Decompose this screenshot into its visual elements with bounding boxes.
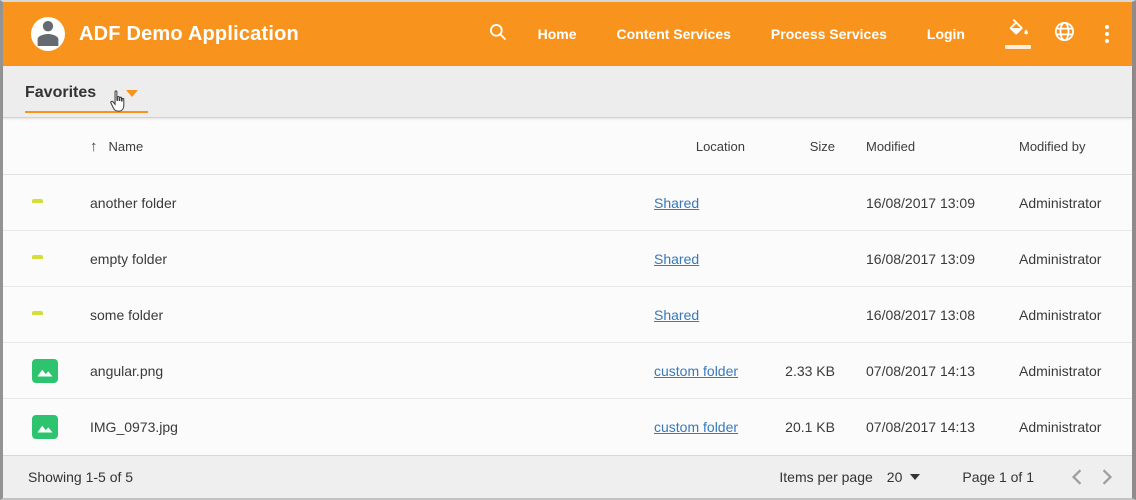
cell-location: custom folder (651, 363, 763, 379)
table-row[interactable]: another folder Shared 16/08/2017 13:09 A… (3, 175, 1132, 231)
caret-down-icon (126, 90, 138, 97)
cell-name[interactable]: empty folder (90, 251, 651, 267)
previous-page-button[interactable] (1062, 462, 1092, 492)
pagination-footer: Showing 1-5 of 5 Items per page 20 Page … (3, 455, 1132, 498)
row-icon-cell (32, 415, 90, 439)
search-button[interactable] (488, 22, 508, 47)
table-row[interactable]: IMG_0973.jpg custom folder 20.1 KB 07/08… (3, 399, 1132, 455)
image-file-icon (32, 415, 58, 439)
column-header-location[interactable]: Location (651, 139, 763, 154)
cell-modified-by: Administrator (1016, 251, 1132, 267)
location-link[interactable]: Shared (654, 307, 699, 323)
column-header-modified-by[interactable]: Modified by (1016, 139, 1132, 154)
more-options-button[interactable] (1100, 24, 1114, 45)
page-status-label: Page 1 of 1 (962, 469, 1034, 485)
items-per-page-label: Items per page (779, 469, 872, 485)
items-per-page-value: 20 (887, 469, 903, 485)
cell-modified-by: Administrator (1016, 419, 1132, 435)
items-per-page-select[interactable]: 20 (887, 469, 921, 485)
nav-item-content-services[interactable]: Content Services (617, 26, 731, 42)
cell-modified: 07/08/2017 14:13 (835, 363, 1016, 379)
cell-modified: 16/08/2017 13:09 (835, 251, 1016, 267)
cell-size: 20.1 KB (763, 419, 835, 435)
location-link[interactable]: Shared (654, 251, 699, 267)
column-header-modified[interactable]: Modified (835, 139, 1016, 154)
location-link[interactable]: custom folder (654, 419, 738, 435)
cell-modified: 16/08/2017 13:08 (835, 307, 1016, 323)
cell-name[interactable]: some folder (90, 307, 651, 323)
document-list: ↑ Name Location Size Modified Modified b… (3, 118, 1132, 455)
cell-location: custom folder (651, 419, 763, 435)
cell-name[interactable]: angular.png (90, 363, 651, 379)
cell-modified: 16/08/2017 13:09 (835, 195, 1016, 211)
cell-modified-by: Administrator (1016, 307, 1132, 323)
sort-ascending-icon: ↑ (90, 138, 98, 155)
favorites-dropdown[interactable]: Favorites (25, 84, 148, 113)
language-globe-icon (1053, 20, 1076, 48)
column-header-name[interactable]: ↑ Name (90, 138, 651, 155)
cell-location: Shared (651, 251, 763, 267)
cell-modified-by: Administrator (1016, 195, 1132, 211)
row-icon-cell (32, 359, 90, 383)
location-link[interactable]: custom folder (654, 363, 738, 379)
cell-location: Shared (651, 195, 763, 211)
person-icon (33, 17, 63, 51)
table-row[interactable]: angular.png custom folder 2.33 KB 07/08/… (3, 343, 1132, 399)
column-header-name-label: Name (109, 139, 144, 154)
image-file-icon (32, 359, 58, 383)
favorites-label: Favorites (25, 84, 96, 102)
color-bar (1005, 45, 1031, 49)
more-vertical-icon (1105, 24, 1109, 45)
app-header: ADF Demo Application Home Content Servic… (3, 2, 1132, 66)
nav-item-home[interactable]: Home (538, 26, 577, 42)
app-window: ADF Demo Application Home Content Servic… (0, 0, 1136, 500)
location-link[interactable]: Shared (654, 195, 699, 211)
showing-range-label: Showing 1-5 of 5 (28, 469, 133, 485)
view-selector-bar: Favorites (3, 66, 1132, 118)
table-row[interactable]: some folder Shared 16/08/2017 13:08 Admi… (3, 287, 1132, 343)
nav-item-process-services[interactable]: Process Services (771, 26, 887, 42)
cell-name[interactable]: another folder (90, 195, 651, 211)
search-icon (488, 22, 508, 47)
app-title: ADF Demo Application (79, 23, 299, 46)
column-header-size[interactable]: Size (763, 139, 835, 154)
theme-color-button[interactable] (1005, 19, 1031, 49)
cell-modified: 07/08/2017 14:13 (835, 419, 1016, 435)
next-page-button[interactable] (1092, 462, 1122, 492)
main-nav: Home Content Services Process Services L… (538, 26, 1005, 42)
language-button[interactable] (1053, 20, 1076, 48)
table-row[interactable]: empty folder Shared 16/08/2017 13:09 Adm… (3, 231, 1132, 287)
cell-modified-by: Administrator (1016, 363, 1132, 379)
caret-down-icon (910, 474, 920, 480)
cell-name[interactable]: IMG_0973.jpg (90, 419, 651, 435)
format-color-fill-icon (1007, 19, 1029, 44)
cell-location: Shared (651, 307, 763, 323)
cell-size: 2.33 KB (763, 363, 835, 379)
user-avatar[interactable] (31, 17, 65, 51)
table-header-row: ↑ Name Location Size Modified Modified b… (3, 118, 1132, 175)
nav-item-login[interactable]: Login (927, 26, 965, 42)
